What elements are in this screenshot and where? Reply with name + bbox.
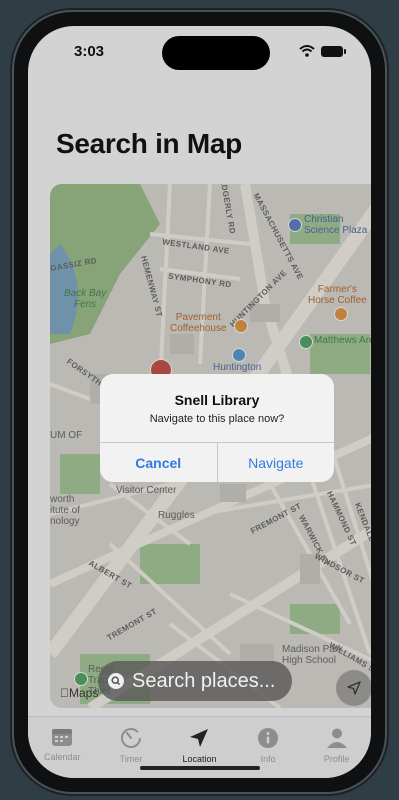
navigate-button[interactable]: Navigate bbox=[218, 443, 335, 482]
calendar-icon bbox=[52, 729, 73, 746]
wifi-icon bbox=[299, 45, 315, 57]
battery-icon bbox=[321, 45, 346, 57]
search-field[interactable]: Search places... bbox=[98, 661, 292, 701]
maps-attribution-text: Maps bbox=[60, 686, 98, 700]
alert-message: Navigate to this place now? bbox=[149, 413, 285, 425]
tab-label: Timer bbox=[119, 754, 143, 764]
alert-actions: Cancel Navigate bbox=[100, 442, 334, 482]
tab-label: Calendar bbox=[44, 752, 81, 762]
tab-profile[interactable]: Profile bbox=[302, 717, 371, 778]
alert-title: Snell Library bbox=[174, 392, 260, 408]
timer-icon bbox=[120, 728, 141, 748]
search-placeholder: Search places... bbox=[132, 669, 276, 692]
phone-frame: 3:03 Search in Map MASSACHUSETTS AVE HUN… bbox=[14, 12, 385, 792]
home-indicator bbox=[140, 766, 260, 770]
info-icon bbox=[258, 728, 279, 748]
tab-label: Profile bbox=[323, 754, 350, 764]
apple-logo-icon:  bbox=[60, 686, 69, 700]
tab-label: Location bbox=[182, 754, 217, 764]
profile-icon bbox=[326, 728, 347, 748]
navigate-alert-dialog: Snell Library Navigate to this place now… bbox=[100, 374, 334, 482]
location-arrow-icon bbox=[190, 729, 209, 747]
page-title: Search in Map bbox=[56, 128, 242, 159]
dynamic-island bbox=[162, 36, 270, 70]
cancel-button[interactable]: Cancel bbox=[100, 443, 218, 482]
tab-label: Info bbox=[260, 754, 276, 764]
location-arrow-icon bbox=[347, 681, 361, 695]
recenter-location-button[interactable] bbox=[336, 670, 371, 706]
status-icons bbox=[299, 45, 346, 57]
maps-attribution: Maps bbox=[60, 686, 98, 700]
screen: 3:03 Search in Map MASSACHUSETTS AVE HUN… bbox=[28, 26, 371, 778]
search-icon bbox=[108, 673, 124, 689]
tab-calendar[interactable]: Calendar bbox=[28, 717, 97, 778]
status-time: 3:03 bbox=[74, 43, 105, 60]
